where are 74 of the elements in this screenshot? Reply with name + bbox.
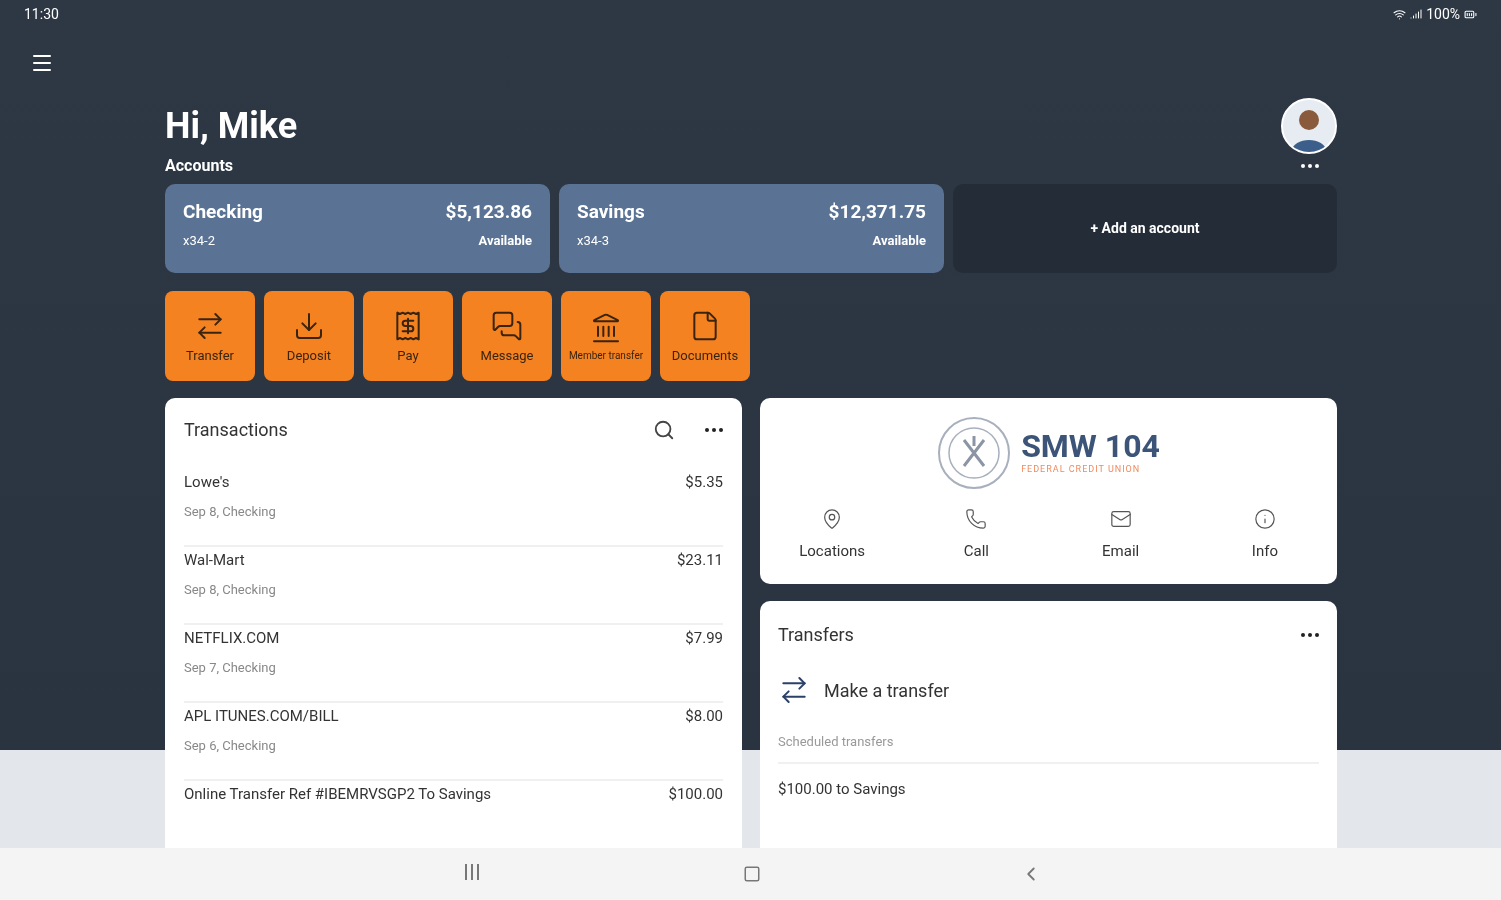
- chat-icon: [491, 309, 523, 342]
- phone-icon: [965, 508, 988, 530]
- status-time: 11:30: [24, 4, 59, 24]
- action-label: Message: [480, 347, 534, 363]
- wifi-icon: [1393, 7, 1407, 21]
- account-number: x34-2: [183, 231, 216, 250]
- more-button[interactable]: [1301, 632, 1319, 637]
- home-button[interactable]: [742, 865, 761, 883]
- contact-link[interactable]: Email: [1048, 508, 1193, 563]
- bank-icon: [590, 311, 622, 344]
- action-label: Pay: [397, 347, 419, 363]
- transaction-row[interactable]: Wal-Mart Sep 8, Checking $23.11: [184, 547, 723, 625]
- more-button[interactable]: [705, 427, 723, 432]
- account-name: Savings: [577, 199, 645, 225]
- transaction-amount: $8.00: [685, 706, 723, 727]
- credit-union-subtitle: FEDERAL CREDIT UNION: [1021, 463, 1142, 477]
- section-title: Accounts: [165, 155, 233, 177]
- account-card[interactable]: Checking x34-2 $5,123.86 Available: [165, 184, 550, 273]
- balance-label: Available: [478, 231, 532, 250]
- home-icon: [742, 865, 761, 883]
- search-icon: [653, 418, 675, 441]
- action-tile[interactable]: Member transfer: [561, 291, 651, 381]
- more-icon: [1301, 632, 1319, 637]
- action-label: Deposit: [286, 347, 332, 363]
- transaction-amount: $7.99: [685, 628, 723, 649]
- mail-icon: [1109, 508, 1132, 530]
- action-tile[interactable]: Transfer: [165, 291, 255, 381]
- contact-link[interactable]: Locations: [760, 508, 905, 563]
- action-tile[interactable]: Deposit: [264, 291, 354, 381]
- add-account-button[interactable]: + Add an account: [953, 184, 1337, 273]
- balance-label: Available: [872, 231, 926, 250]
- transaction-row[interactable]: Lowe's Sep 8, Checking $5.35: [184, 469, 723, 547]
- account-number: x34-3: [577, 231, 610, 250]
- transaction-row[interactable]: APL ITUNES.COM/BILL Sep 6, Checking $8.00: [184, 703, 723, 781]
- contact-link[interactable]: Call: [904, 508, 1049, 563]
- action-label: Documents: [671, 347, 739, 363]
- merchant-name: APL ITUNES.COM/BILL: [184, 706, 339, 727]
- transaction-detail: Sep 7, Checking: [184, 658, 277, 677]
- action-label: Transfer: [185, 347, 235, 363]
- avatar[interactable]: [1281, 98, 1337, 154]
- merchant-name: NETFLIX.COM: [184, 628, 280, 649]
- signal-icon: [1410, 8, 1423, 20]
- account-balance: $12,371.75: [828, 199, 926, 225]
- info-icon: [1253, 508, 1276, 530]
- transaction-amount: $23.11: [676, 550, 723, 571]
- card-title: Transactions: [184, 418, 288, 442]
- transaction-detail: Sep 6, Checking: [184, 736, 277, 755]
- credit-union-name: SMW 104: [1021, 429, 1160, 464]
- account-balance: $5,123.86: [445, 199, 532, 225]
- more-icon: [1301, 164, 1319, 168]
- merchant-name: Wal-Mart: [184, 550, 246, 571]
- search-button[interactable]: [653, 418, 675, 441]
- more-button[interactable]: [1301, 164, 1319, 168]
- more-icon: [705, 427, 723, 432]
- account-card[interactable]: Savings x34-3 $12,371.75 Available: [559, 184, 944, 273]
- merchant-name: Lowe's: [184, 472, 231, 493]
- action-tile[interactable]: Message: [462, 291, 552, 381]
- battery-level: 100%: [1426, 4, 1460, 24]
- action-tile[interactable]: Pay: [363, 291, 453, 381]
- account-name: Checking: [183, 199, 263, 225]
- transaction-detail: Sep 8, Checking: [184, 580, 276, 599]
- contact-link[interactable]: Info: [1192, 508, 1337, 563]
- make-transfer-link[interactable]: Make a transfer: [778, 674, 950, 706]
- scheduled-transfer[interactable]: $100.00 to Savings: [778, 777, 1319, 800]
- transaction-row[interactable]: NETFLIX.COM Sep 7, Checking $7.99: [184, 625, 723, 703]
- transaction-amount: $5.35: [685, 472, 723, 493]
- greeting: Hi, Mike: [165, 104, 298, 149]
- action-label: Member transfer: [567, 349, 645, 361]
- transaction-amount: $100.00: [668, 784, 723, 805]
- transaction-detail: Sep 8, Checking: [184, 502, 276, 521]
- card-title: Transfers: [778, 623, 854, 647]
- action-tile[interactable]: Documents: [660, 291, 750, 381]
- merchant-name: Online Transfer Ref #IBEMRVSGP2 To Savings: [184, 784, 492, 805]
- section-label: Scheduled transfers: [778, 732, 1319, 764]
